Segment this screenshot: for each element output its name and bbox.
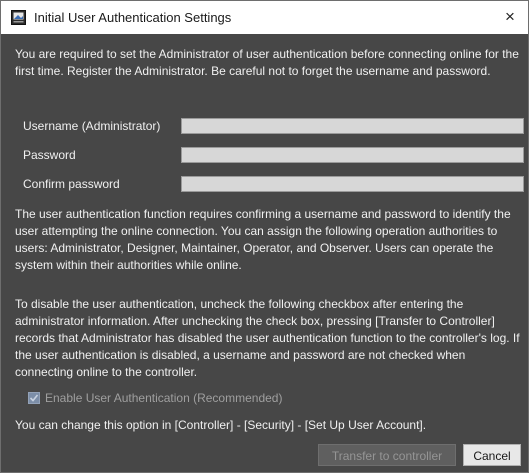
password-label: Password — [23, 148, 76, 162]
disable-info-text: To disable the user authentication, unch… — [15, 297, 520, 379]
app-icon — [11, 10, 26, 25]
intro-text: You are required to set the Administrato… — [15, 47, 519, 78]
enable-auth-label: Enable User Authentication (Recommended) — [45, 391, 283, 405]
checkmark-icon — [29, 394, 39, 402]
username-field[interactable] — [181, 118, 524, 134]
close-icon[interactable]: × — [498, 6, 522, 28]
dialog-window: Initial User Authentication Settings × Y… — [0, 0, 529, 473]
confirm-password-label: Confirm password — [23, 177, 120, 191]
confirm-password-field[interactable] — [181, 176, 524, 192]
window-title: Initial User Authentication Settings — [34, 10, 232, 25]
cancel-button[interactable]: Cancel — [463, 444, 521, 466]
transfer-to-controller-button[interactable]: Transfer to controller — [318, 444, 456, 466]
title-bar: Initial User Authentication Settings × — [1, 1, 528, 34]
password-field[interactable] — [181, 147, 524, 163]
change-info-text: You can change this option in [Controlle… — [15, 418, 427, 432]
username-label: Username (Administrator) — [23, 119, 161, 133]
checkbox-box[interactable] — [28, 392, 40, 404]
description-text: The user authentication function require… — [15, 207, 511, 272]
dialog-content: You are required to set the Administrato… — [1, 34, 528, 472]
